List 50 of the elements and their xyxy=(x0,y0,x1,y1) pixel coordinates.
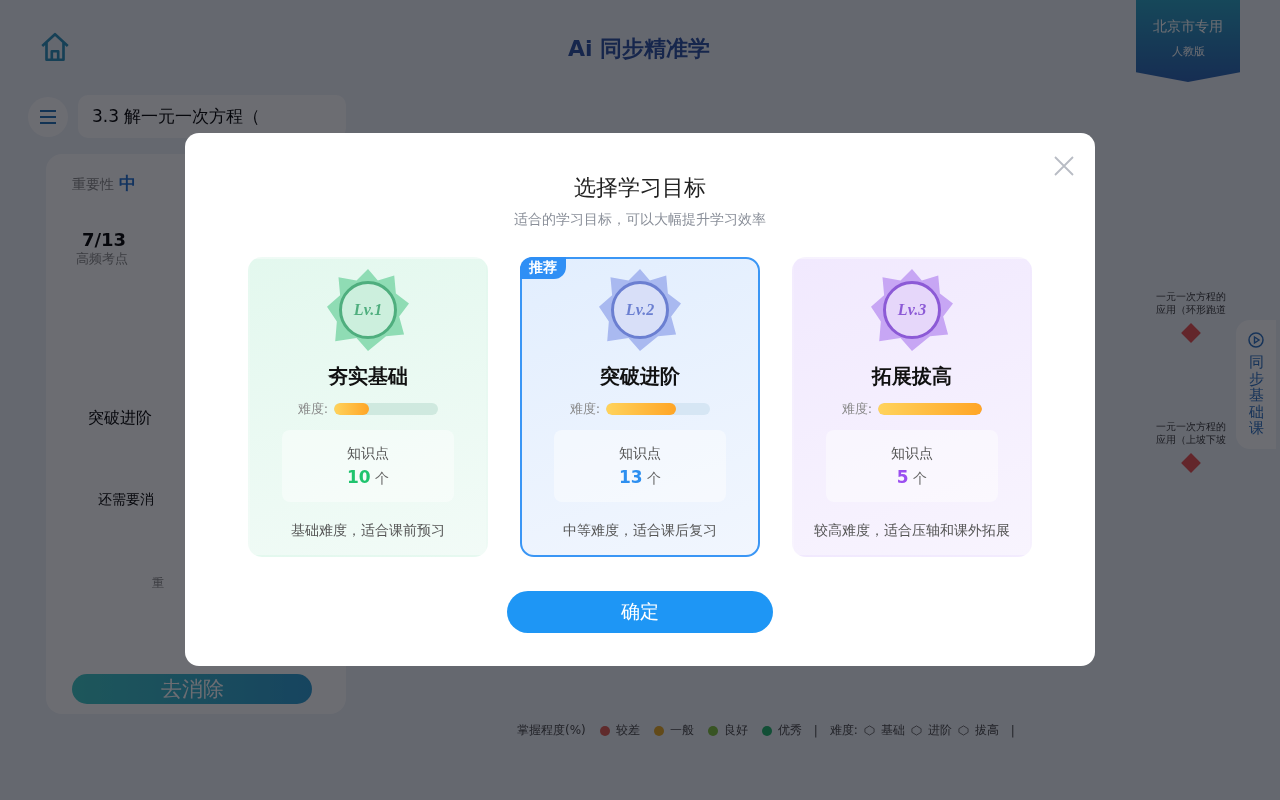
region-name: 北京市专用 xyxy=(1153,18,1223,36)
goal-card[interactable]: Lv.1 夯实基础 难度: 知识点 10 个 基础难度，适合课前预习 xyxy=(248,257,488,557)
dialog-subtitle: 适合的学习目标，可以大幅提升学习效率 xyxy=(514,211,766,229)
legend-item: 较差 xyxy=(615,722,640,739)
app-title: Ai 同步精准学 xyxy=(567,35,711,63)
legend-item: 进阶 xyxy=(927,722,952,739)
goal-description: 较高难度，适合压轴和课外拓展 xyxy=(814,522,1010,540)
goal-name: 突破进阶 xyxy=(600,363,680,390)
goal-card[interactable]: 推荐 Lv.2 突破进阶 难度: 知识点 13 个 中等难度，适合课后复习 xyxy=(520,257,760,557)
hexagon-icon xyxy=(863,725,875,736)
points-label: 知识点 xyxy=(891,444,933,463)
lesson-title: 3.3 解一元一次方程（ xyxy=(78,95,346,138)
close-icon xyxy=(1053,155,1075,177)
legend-label: 掌握程度(%) xyxy=(517,722,586,739)
level-medal: Lv.3 xyxy=(871,269,953,351)
ratio-value: 7/13 xyxy=(82,229,128,250)
legend-item: 优秀 xyxy=(777,722,802,739)
hexagon-icon xyxy=(957,725,969,736)
difficulty-label: 难度: xyxy=(297,400,329,418)
level-medal: Lv.2 xyxy=(599,269,681,351)
current-level: 突破进阶 xyxy=(88,408,152,429)
points-label: 知识点 xyxy=(347,444,389,463)
close-button[interactable] xyxy=(1053,155,1075,177)
goal-description: 基础难度，适合课前预习 xyxy=(291,522,445,540)
goal-card[interactable]: Lv.3 拓展拔高 难度: 知识点 5 个 较高难度，适合压轴和课外拓展 xyxy=(792,257,1032,557)
difficulty-label: 难度: xyxy=(841,400,873,418)
hexagon-icon xyxy=(910,725,922,736)
legend-separator: | xyxy=(813,723,818,738)
legend-item: 良好 xyxy=(723,722,748,739)
edition-name: 人教版 xyxy=(1171,44,1205,59)
menu-button[interactable] xyxy=(28,96,68,137)
play-icon xyxy=(1248,332,1264,348)
goal-description: 中等难度，适合课后复习 xyxy=(563,522,717,540)
legend-item: 拔高 xyxy=(974,722,999,739)
menu-icon xyxy=(38,108,58,125)
points-count: 5 个 xyxy=(896,466,928,488)
points-count: 13 个 xyxy=(618,466,662,488)
legend-label: 难度: xyxy=(829,722,858,739)
goal-name: 夯实基础 xyxy=(328,363,408,390)
recommended-tag: 推荐 xyxy=(520,257,566,279)
goal-name: 拓展拔高 xyxy=(872,363,952,390)
legend-separator: | xyxy=(1010,723,1015,738)
importance-value: 中 xyxy=(119,173,137,193)
legend-item: 基础 xyxy=(880,722,905,739)
points-label: 知识点 xyxy=(619,444,661,463)
hint-text: 还需要消 xyxy=(98,491,155,509)
level-medal: Lv.1 xyxy=(327,269,409,351)
dialog-title: 选择学习目标 xyxy=(574,174,706,202)
difficulty-label: 难度: xyxy=(569,400,601,418)
points-count: 10 个 xyxy=(346,466,390,488)
